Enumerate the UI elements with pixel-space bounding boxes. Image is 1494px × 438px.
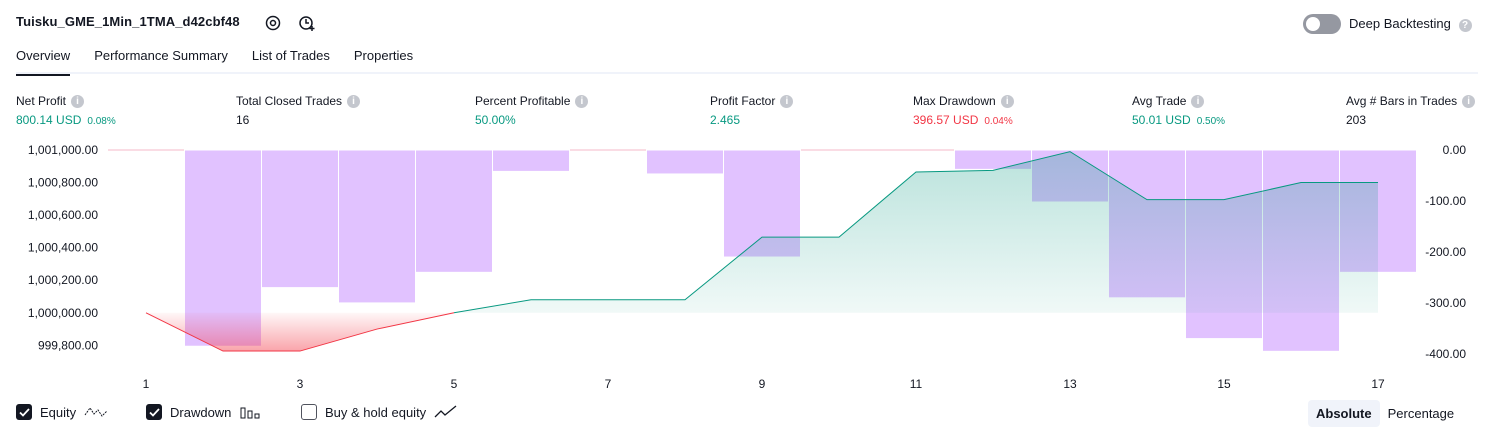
drawdown-bar: [261, 149, 339, 289]
buy-hold-checkbox[interactable]: [301, 404, 317, 420]
x-axis-label: 3: [297, 377, 304, 391]
x-axis-label: 13: [1063, 377, 1077, 391]
x-axis-label: 7: [605, 377, 612, 391]
right-axis-label: 0.00: [1443, 143, 1467, 157]
right-axis-label: -400.00: [1425, 347, 1466, 361]
absolute-button[interactable]: Absolute: [1308, 400, 1380, 427]
metric-profit-factor: Profit Factor i 2.465: [710, 94, 794, 127]
metric-label: Max Drawdown: [913, 94, 996, 108]
metric-value: 800.14 USD: [16, 113, 82, 127]
legend-buy-hold[interactable]: Buy & hold equity: [301, 404, 458, 420]
trend-line-icon: [434, 405, 457, 418]
left-axis: 1,001,000.00 1,000,800.00 1,000,600.00 1,00…: [28, 143, 98, 352]
metric-percent: 0.04%: [984, 116, 1013, 127]
legend-label: Drawdown: [170, 404, 232, 420]
left-axis-label: 1,000,600.00: [28, 208, 98, 222]
drawdown-bar: [338, 149, 416, 304]
info-icon[interactable]: i: [1191, 94, 1205, 108]
metric-label: Total Closed Trades: [236, 94, 343, 108]
metric-label: Net Profit: [16, 94, 67, 108]
metric-total-closed-trades: Total Closed Trades i 16: [236, 94, 361, 127]
metric-value: 50.00%: [475, 113, 516, 127]
info-icon[interactable]: i: [347, 94, 361, 108]
legend-drawdown[interactable]: Drawdown: [146, 404, 261, 420]
info-icon[interactable]: i: [71, 94, 85, 108]
metric-value: 396.57 USD: [913, 113, 979, 127]
x-axis-label: 11: [910, 377, 923, 391]
deep-backtesting-label: Deep Backtesting ?: [1349, 16, 1472, 32]
metric-avg-trade: Avg Trade i 50.01 USD 0.50%: [1132, 94, 1225, 127]
metric-percent: 0.50%: [1196, 116, 1226, 127]
display-mode-switch: Absolute Percentage: [1308, 400, 1462, 427]
right-axis-label: -200.00: [1425, 245, 1466, 259]
legend-label: Buy & hold equity: [325, 404, 427, 420]
metric-avg-bars: Avg # Bars in Trades i 203: [1346, 94, 1476, 127]
deep-backtesting-toggle[interactable]: [1303, 14, 1341, 34]
x-axis-label: 17: [1371, 377, 1385, 391]
tab-divider: [16, 72, 1478, 74]
metric-label: Avg # Bars in Trades: [1346, 94, 1458, 108]
metric-net-profit: Net Profit i 800.14 USD 0.08%: [16, 94, 116, 127]
drawdown-bar: [415, 149, 493, 273]
metric-value: 203: [1346, 113, 1367, 127]
metric-max-drawdown: Max Drawdown i 396.57 USD 0.04%: [913, 94, 1014, 127]
x-axis-label: 1: [143, 377, 150, 391]
metric-percent: 0.08%: [87, 116, 116, 127]
info-icon[interactable]: i: [1000, 94, 1014, 108]
x-axis-label: 9: [759, 377, 766, 391]
left-axis-label: 999,800.00: [38, 338, 98, 352]
equity-chart[interactable]: 1,001,000.00 1,000,800.00 1,000,600.00 1,00…: [0, 135, 1494, 395]
info-icon[interactable]: i: [575, 94, 589, 108]
left-axis-label: 1,000,800.00: [28, 176, 98, 190]
equity-line-icon: [84, 407, 108, 417]
drawdown-bar: [646, 149, 724, 175]
left-axis-label: 1,000,200.00: [28, 273, 98, 287]
right-axis-label: -300.00: [1425, 296, 1466, 310]
help-icon[interactable]: ?: [1458, 19, 1472, 32]
metric-label: Profit Factor: [710, 94, 776, 108]
right-axis: 0.00 -100.00 -200.00 -300.00 -400.00: [1425, 143, 1466, 361]
bars-icon: [240, 407, 260, 419]
info-icon[interactable]: i: [780, 94, 794, 108]
right-axis-label: -100.00: [1425, 194, 1466, 208]
legend-equity[interactable]: Equity: [16, 404, 108, 420]
left-axis-label: 1,000,000.00: [28, 306, 98, 320]
metric-value: 50.01 USD: [1132, 113, 1191, 127]
left-axis-label: 1,000,400.00: [28, 241, 98, 255]
metric-value: 16: [236, 113, 250, 127]
x-axis-label: 5: [451, 377, 458, 391]
settings-icon[interactable]: [262, 12, 284, 34]
legend-label: Equity: [40, 404, 77, 420]
metric-label: Avg Trade: [1132, 94, 1187, 108]
info-icon[interactable]: i: [1462, 94, 1476, 108]
metric-label: Percent Profitable: [475, 94, 571, 108]
left-axis-label: 1,001,000.00: [28, 143, 98, 157]
x-axis: 1 3 5 7 9 11 13 15 17: [143, 377, 1385, 391]
metric-value: 2.465: [710, 113, 741, 127]
percentage-button[interactable]: Percentage: [1380, 400, 1463, 427]
metric-percent-profitable: Percent Profitable i 50.00%: [475, 94, 589, 127]
strategy-title: Tuisku_GME_1Min_1TMA_d42cbf48: [16, 14, 240, 29]
add-alert-icon[interactable]: [296, 12, 318, 34]
x-axis-label: 15: [1217, 377, 1231, 391]
drawdown-checkbox[interactable]: [146, 404, 162, 420]
drawdown-bar: [492, 149, 570, 172]
equity-checkbox[interactable]: [16, 404, 32, 420]
